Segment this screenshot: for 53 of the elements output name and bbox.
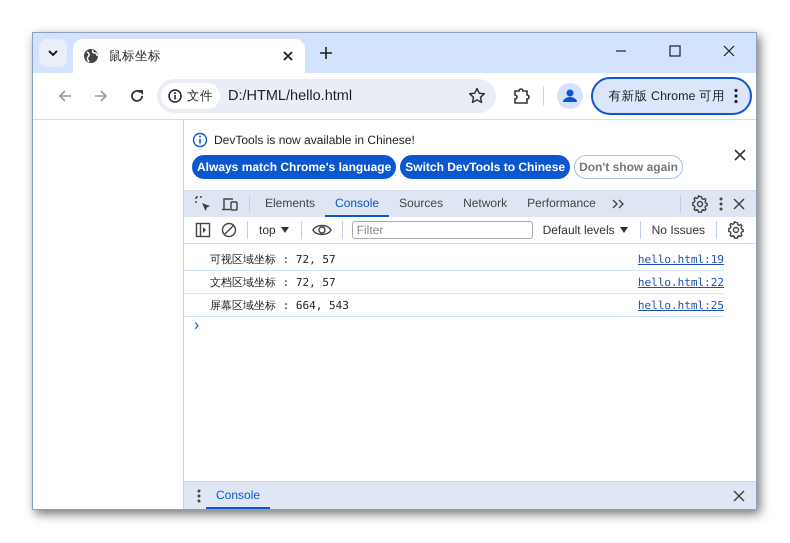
close-icon[interactable] [734, 149, 746, 161]
levels-dropdown[interactable]: Default levels [536, 223, 635, 237]
address-bar[interactable]: 文件 D:/HTML/hello.html [157, 79, 496, 113]
close-icon[interactable] [733, 490, 745, 502]
close-icon[interactable] [281, 49, 295, 63]
settings-icon[interactable] [727, 221, 745, 239]
site-info-chip[interactable]: 文件 [161, 83, 220, 109]
tab-title: 鼠标坐标 [109, 48, 162, 64]
outline-button[interactable]: Don't show again [574, 154, 683, 178]
globe-icon [83, 48, 99, 64]
filter-field[interactable]: Filter [352, 221, 533, 239]
more-tabs-icon[interactable] [610, 198, 625, 210]
source-link[interactable]: hello.html:22 [638, 276, 724, 288]
source-link[interactable]: hello.html:25 [638, 298, 724, 312]
more-icon[interactable] [197, 488, 201, 502]
info-message: DevTools is now available in Chinese! [214, 132, 415, 146]
settings-icon[interactable] [691, 195, 709, 213]
close-icon[interactable] [723, 45, 735, 57]
url-text: D:/HTML/hello.html [228, 88, 352, 104]
sidebar-icon[interactable] [195, 222, 211, 238]
devtools-tab[interactable]: Network [453, 191, 518, 217]
more-icon[interactable] [719, 197, 723, 211]
info-icon [168, 89, 182, 103]
puzzle-icon[interactable] [512, 87, 530, 105]
context-dropdown[interactable]: top [253, 223, 296, 237]
issues-button[interactable]: No Issues [646, 223, 711, 237]
dropdown-icon [618, 226, 629, 234]
source-link[interactable]: hello.html:19 [638, 252, 724, 266]
log-message: 屏幕区域坐标 : 664, 543 [210, 298, 350, 312]
eye-icon[interactable] [312, 223, 332, 237]
tab-list-icon[interactable] [39, 39, 67, 67]
prompt-chevron[interactable]: › [184, 317, 204, 335]
clear-icon[interactable] [221, 222, 237, 238]
devtools-tab[interactable]: Elements [255, 191, 326, 217]
maximize-icon[interactable] [669, 45, 681, 57]
dropdown-icon [280, 226, 290, 234]
device-icon[interactable] [221, 196, 239, 212]
primary-button[interactable]: Always match Chrome's language [192, 154, 396, 178]
log-message: 文档区域坐标 : 72, 57 [210, 274, 337, 290]
devtools-tab[interactable]: Performance [517, 191, 606, 217]
profile-icon[interactable] [556, 83, 583, 109]
devtools-tab[interactable]: Sources [389, 191, 454, 217]
devtools-tab[interactable]: Console [325, 191, 390, 217]
info-icon [192, 132, 208, 148]
inspect-icon[interactable] [195, 196, 211, 212]
log-message: 可视区域坐标 : 72, 57 [210, 252, 337, 266]
drawer-tab[interactable]: Console [206, 482, 270, 509]
primary-button[interactable]: Switch DevTools to Chinese [400, 154, 570, 178]
update-button[interactable]: 有新版 Chrome 可用 [590, 77, 752, 115]
new-tab-icon[interactable] [319, 46, 333, 60]
browser-tab[interactable]: 鼠标坐标 [73, 39, 305, 73]
more-icon [734, 88, 738, 104]
close-icon[interactable] [733, 198, 745, 210]
